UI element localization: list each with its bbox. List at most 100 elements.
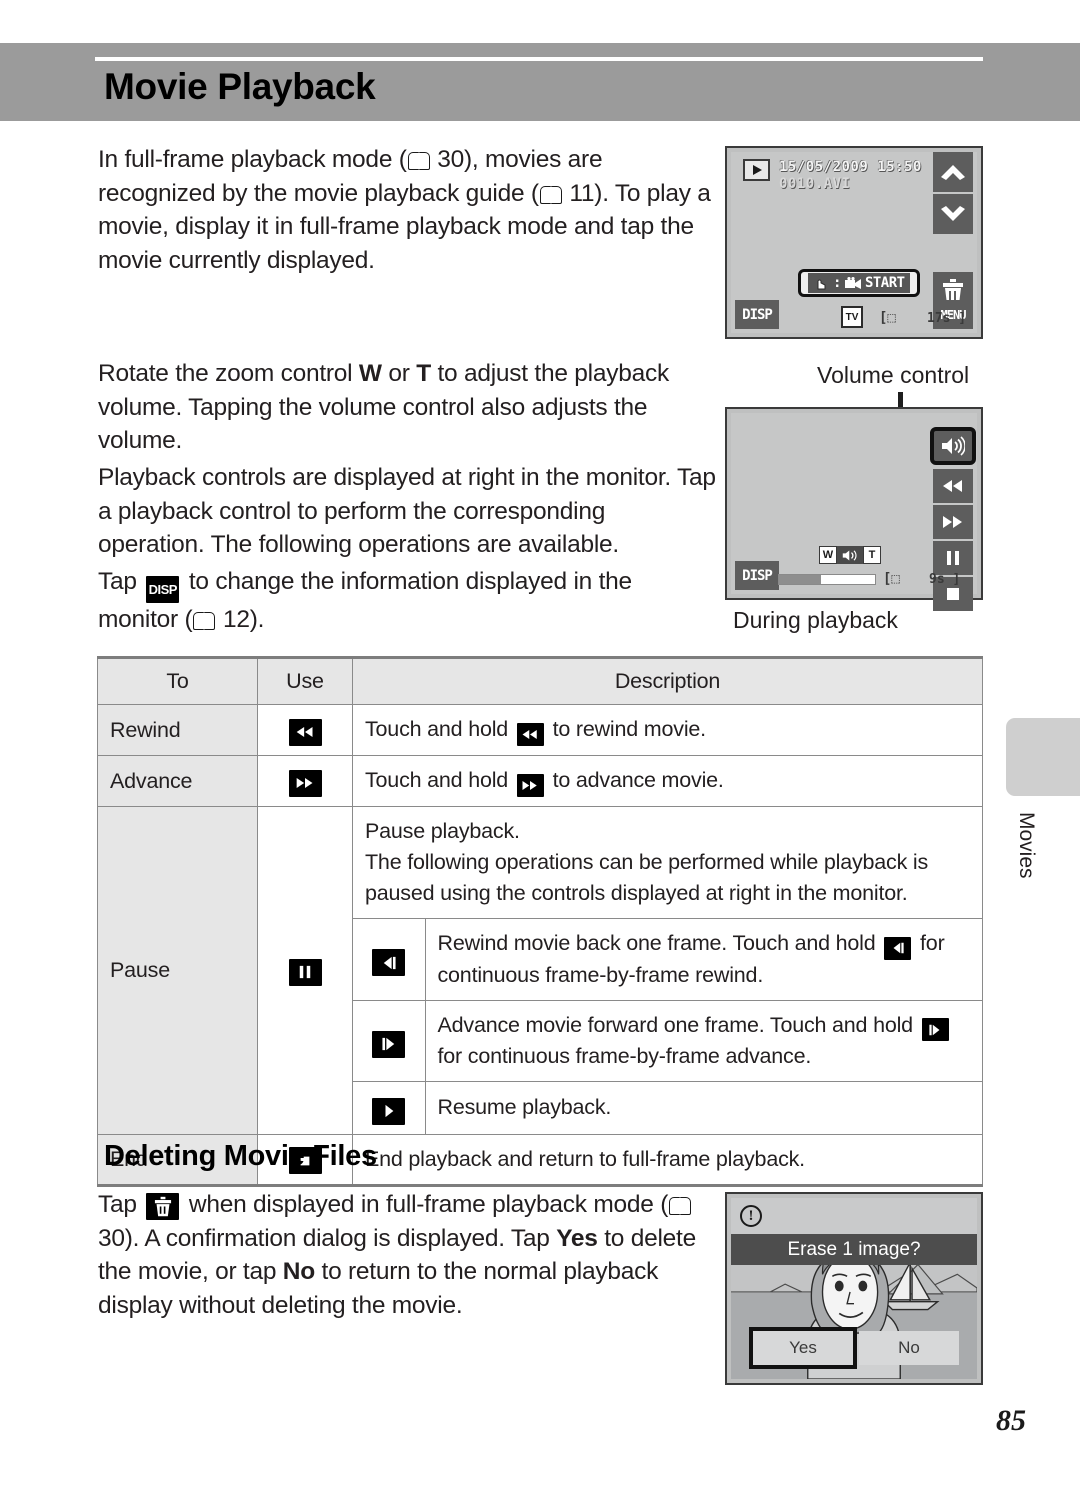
start-colon: : [833, 275, 841, 291]
warning-icon: ! [740, 1205, 762, 1227]
rewind-icon [943, 480, 962, 492]
manual-page: Movie Playback In full-frame playback mo… [0, 0, 1080, 1486]
p1-ref-30: 30 [437, 146, 464, 173]
rewind-glyph [296, 727, 313, 738]
disp-button-label: DISP [742, 306, 773, 323]
s2-ref-30: 30 [98, 1224, 125, 1252]
disp-button[interactable]: DISP [735, 561, 779, 590]
p4-ref-12: 12 [222, 606, 250, 634]
volume-control-callout: Volume control [817, 362, 970, 388]
start-guide-inner: : START [808, 273, 910, 293]
pause-subtable: Rewind movie back one frame. Touch and h… [353, 919, 982, 1134]
step-back-icon [372, 949, 406, 976]
advance-glyph [522, 781, 538, 790]
stop-icon [947, 588, 959, 600]
osd-filename: 0010.AVI [779, 176, 851, 192]
sub-row: Advance movie forward one frame. Touch a… [353, 999, 982, 1082]
movie-camera-icon [844, 276, 861, 289]
sub-row: Rewind movie back one frame. Touch and h… [353, 919, 982, 1000]
step-forward-glyph [929, 1024, 940, 1035]
advance-glyph [296, 778, 313, 789]
dialog-yes-button[interactable]: Yes [749, 1327, 857, 1369]
sub-row-description: Resume playback. [425, 1081, 982, 1134]
movie-start-guide[interactable]: : START [798, 269, 920, 297]
row-pause-label: Pause [97, 806, 258, 1135]
header-description: Description [352, 656, 983, 705]
rewind-desc-b: to rewind movie. [546, 717, 707, 741]
sub-row: Resume playback. [353, 1081, 982, 1134]
speaker-indicator-icon [837, 546, 863, 564]
page-title: Movie Playback [104, 66, 376, 107]
book-icon [669, 1197, 692, 1215]
speaker-icon [942, 436, 965, 456]
p4-text-c: ). [249, 606, 265, 634]
playback-progress-bar[interactable] [778, 574, 876, 585]
movie-quality-icon: TV [841, 306, 863, 328]
row-rewind-description: Touch and hold to rewind movie. [352, 704, 983, 756]
resume-icon [372, 1097, 406, 1125]
yes-label: Yes [556, 1224, 598, 1252]
rewind-icon [288, 718, 322, 746]
dialog-no-button[interactable]: No [859, 1331, 959, 1365]
sub-row-description: Rewind movie back one frame. Touch and h… [425, 919, 982, 1000]
rewind-button[interactable] [933, 469, 973, 503]
disp-button-label: DISP [742, 567, 773, 584]
table-header-row: To Use Description [97, 656, 983, 705]
advance-icon [516, 774, 544, 797]
step-back-glyph [383, 956, 396, 969]
book-icon [407, 152, 430, 170]
advance-desc-b: to advance movie. [546, 768, 724, 792]
sub-row-icon-cell [353, 919, 426, 1000]
start-label: START [864, 275, 905, 291]
row-advance-description: Touch and hold to advance movie. [352, 755, 983, 807]
row-advance-icon-cell [257, 755, 353, 807]
advance-button[interactable] [933, 505, 973, 539]
volume-control-button[interactable] [930, 427, 976, 465]
header-rule [95, 57, 983, 61]
chevron-up-icon [941, 165, 965, 180]
table-row: Advance Touch and hold to advance movie. [97, 755, 983, 807]
disp-icon: DISP [146, 576, 180, 604]
playback-mode-icon [743, 159, 770, 181]
scroll-up-button[interactable] [933, 152, 973, 192]
zoom-tele-label: T [416, 360, 431, 387]
table-row: Pause Pause playback. The following oper… [97, 806, 983, 1135]
row-end-description: End playback and return to full-frame pl… [352, 1133, 983, 1187]
speaker-small-icon [842, 549, 857, 561]
playback-controls-paragraph: Playback controls are displayed at right… [98, 464, 716, 558]
table-row: Rewind Touch and hold to rewind movie. [97, 704, 983, 756]
p1-ref-11: 11 [569, 179, 595, 207]
dialog-message: Erase 1 image? [787, 1238, 921, 1260]
internal-memory-icon: [⬚ [879, 310, 896, 326]
disp-paragraph: Tap DISP to change the information displ… [98, 565, 716, 637]
scroll-down-button[interactable] [933, 194, 973, 234]
advance-icon [288, 769, 322, 797]
remaining-time: 17s ] [927, 311, 967, 326]
intro-paragraph: In full-frame playback mode ( 30), movie… [98, 143, 716, 277]
p4-text-a: Tap [98, 568, 144, 595]
book-icon [193, 612, 216, 631]
zoom-wide-label: W [358, 360, 382, 387]
row-advance-label: Advance [97, 755, 258, 807]
step-forward-glyph [382, 1037, 394, 1051]
rewind-icon [516, 723, 544, 746]
movie-quality-label: TV [845, 311, 859, 323]
pause-button[interactable] [933, 541, 973, 575]
s2-text-b: when displayed in full-frame playback mo… [182, 1191, 669, 1218]
pause-glyph [299, 965, 311, 979]
pause-desc-block: Pause playback. The following operations… [353, 807, 982, 919]
no-label: No [282, 1258, 315, 1285]
sub-row-icon-cell [353, 999, 426, 1082]
osd-datetime: 15/05/2009 15:50 [779, 159, 922, 175]
p2-or: or [381, 360, 417, 387]
header-to: To [97, 656, 258, 705]
wide-label: W [819, 546, 837, 564]
chapter-tab-label: Movies [1015, 812, 1038, 879]
disp-button[interactable]: DISP [735, 300, 779, 329]
internal-memory-icon: [⬚ [883, 571, 900, 587]
dialog-message-bar: Erase 1 image? [731, 1234, 977, 1265]
book-icon [539, 185, 562, 204]
stepfwd-desc-b: for continuous frame-by-frame advance. [437, 1044, 812, 1068]
step-back-icon [884, 936, 912, 960]
playback-controls-table: To Use Description Rewind Touch and hold… [97, 656, 983, 1187]
